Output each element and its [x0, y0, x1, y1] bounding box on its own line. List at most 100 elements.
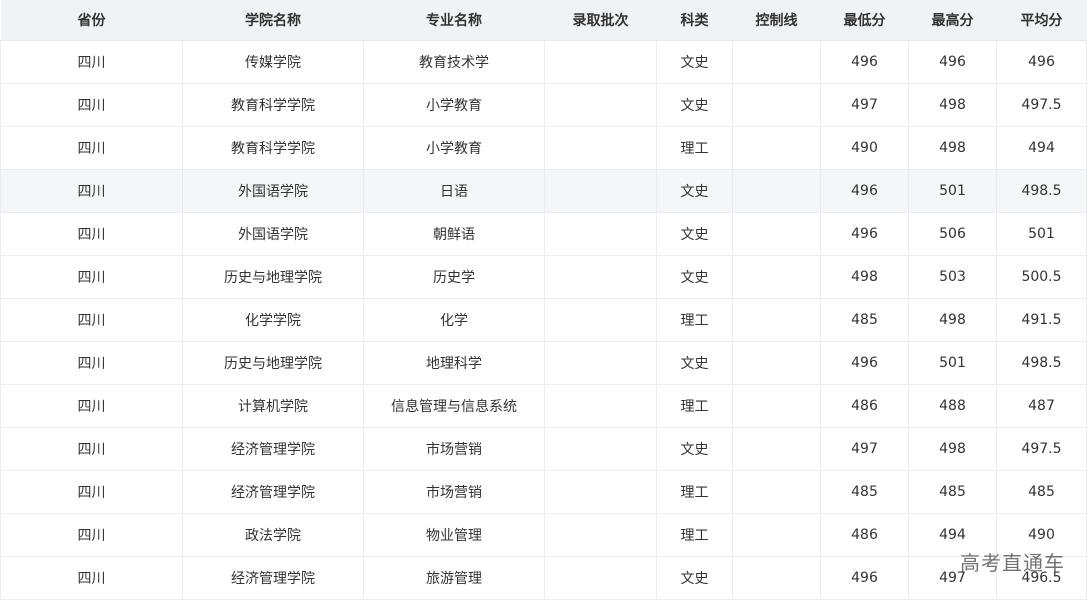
cell-control-line [732, 169, 821, 213]
cell-college-name: 外国语学院 [182, 212, 364, 256]
cell-major-name: 日语 [363, 169, 545, 213]
cell-province: 四川 [0, 427, 183, 471]
cell-admission-batch [544, 513, 657, 557]
cell-subject-category: 理工 [656, 126, 733, 170]
cell-major-name: 小学教育 [363, 83, 545, 127]
cell-avg-score: 498.5 [996, 341, 1087, 385]
cell-min-score: 496 [820, 212, 909, 256]
watermark-text: 高考直通车 [960, 551, 1065, 575]
cell-subject-category: 理工 [656, 384, 733, 428]
cell-major-name: 信息管理与信息系统 [363, 384, 545, 428]
table-row: 四川 外国语学院 日语 文史 496 501 498.5 [0, 169, 1087, 213]
cell-min-score: 485 [820, 298, 909, 342]
cell-control-line [732, 126, 821, 170]
admission-scores-table: 省份 学院名称 专业名称 录取批次 科类 控制线 最低分 最高分 平均分 四川 传媒学院 教育技术学… [0, 0, 1087, 600]
cell-subject-category: 理工 [656, 513, 733, 557]
table-row: 四川 外国语学院 朝鲜语 文史 496 506 501 [0, 212, 1087, 256]
cell-admission-batch [544, 427, 657, 471]
column-header-max-score: 最高分 [908, 0, 997, 41]
cell-min-score: 496 [820, 556, 909, 600]
cell-subject-category: 文史 [656, 83, 733, 127]
cell-admission-batch [544, 255, 657, 299]
cell-avg-score: 497.5 [996, 83, 1087, 127]
cell-control-line [732, 255, 821, 299]
cell-subject-category: 文史 [656, 212, 733, 256]
cell-province: 四川 [0, 384, 183, 428]
table-row: 四川 化学学院 化学 理工 485 498 491.5 [0, 298, 1087, 342]
cell-max-score: 498 [908, 83, 997, 127]
cell-province: 四川 [0, 513, 183, 557]
cell-min-score: 496 [820, 341, 909, 385]
table-row: 四川 政法学院 物业管理 理工 486 494 490 [0, 513, 1087, 557]
table-header: 省份 学院名称 专业名称 录取批次 科类 控制线 最低分 最高分 平均分 [0, 0, 1087, 41]
cell-min-score: 486 [820, 384, 909, 428]
cell-admission-batch [544, 470, 657, 514]
cell-major-name: 教育技术学 [363, 40, 545, 84]
table-row: 四川 教育科学学院 小学教育 理工 490 498 494 [0, 126, 1087, 170]
cell-subject-category: 文史 [656, 255, 733, 299]
table-body: 四川 传媒学院 教育技术学 文史 496 496 496 四川 教育科学学院 小学教育 文史 497 4… [0, 40, 1087, 600]
cell-college-name: 历史与地理学院 [182, 341, 364, 385]
cell-college-name: 经济管理学院 [182, 427, 364, 471]
cell-admission-batch [544, 126, 657, 170]
cell-admission-batch [544, 341, 657, 385]
cell-avg-score: 485 [996, 470, 1087, 514]
cell-major-name: 市场营销 [363, 427, 545, 471]
cell-admission-batch [544, 40, 657, 84]
cell-college-name: 经济管理学院 [182, 470, 364, 514]
cell-control-line [732, 556, 821, 600]
cell-college-name: 外国语学院 [182, 169, 364, 213]
cell-admission-batch [544, 83, 657, 127]
cell-min-score: 497 [820, 83, 909, 127]
column-header-admission-batch: 录取批次 [544, 0, 657, 41]
cell-max-score: 496 [908, 40, 997, 84]
cell-admission-batch [544, 556, 657, 600]
cell-major-name: 小学教育 [363, 126, 545, 170]
cell-subject-category: 理工 [656, 298, 733, 342]
table-row: 四川 历史与地理学院 历史学 文史 498 503 500.5 [0, 255, 1087, 299]
column-header-province: 省份 [0, 0, 183, 41]
cell-subject-category: 文史 [656, 169, 733, 213]
cell-college-name: 历史与地理学院 [182, 255, 364, 299]
cell-avg-score: 496 [996, 40, 1087, 84]
cell-admission-batch [544, 169, 657, 213]
cell-major-name: 地理科学 [363, 341, 545, 385]
cell-min-score: 496 [820, 169, 909, 213]
table-row: 四川 计算机学院 信息管理与信息系统 理工 486 488 487 [0, 384, 1087, 428]
cell-avg-score: 491.5 [996, 298, 1087, 342]
cell-admission-batch [544, 212, 657, 256]
cell-province: 四川 [0, 470, 183, 514]
cell-province: 四川 [0, 255, 183, 299]
column-header-major-name: 专业名称 [363, 0, 545, 41]
cell-province: 四川 [0, 298, 183, 342]
table-row: 四川 传媒学院 教育技术学 文史 496 496 496 [0, 40, 1087, 84]
cell-max-score: 498 [908, 427, 997, 471]
cell-college-name: 传媒学院 [182, 40, 364, 84]
cell-avg-score: 498.5 [996, 169, 1087, 213]
cell-max-score: 501 [908, 341, 997, 385]
cell-college-name: 政法学院 [182, 513, 364, 557]
cell-control-line [732, 212, 821, 256]
cell-control-line [732, 83, 821, 127]
cell-min-score: 485 [820, 470, 909, 514]
cell-max-score: 501 [908, 169, 997, 213]
cell-college-name: 计算机学院 [182, 384, 364, 428]
cell-major-name: 历史学 [363, 255, 545, 299]
cell-min-score: 496 [820, 40, 909, 84]
cell-control-line [732, 427, 821, 471]
table-row: 四川 经济管理学院 旅游管理 文史 496 497 496.5 [0, 556, 1087, 600]
column-header-min-score: 最低分 [820, 0, 909, 41]
cell-subject-category: 理工 [656, 470, 733, 514]
header-row: 省份 学院名称 专业名称 录取批次 科类 控制线 最低分 最高分 平均分 [0, 0, 1087, 41]
cell-control-line [732, 513, 821, 557]
cell-control-line [732, 40, 821, 84]
cell-college-name: 教育科学学院 [182, 83, 364, 127]
table-row: 四川 教育科学学院 小学教育 文史 497 498 497.5 [0, 83, 1087, 127]
cell-major-name: 旅游管理 [363, 556, 545, 600]
cell-college-name: 化学学院 [182, 298, 364, 342]
cell-subject-category: 文史 [656, 556, 733, 600]
cell-control-line [732, 384, 821, 428]
cell-max-score: 503 [908, 255, 997, 299]
cell-min-score: 498 [820, 255, 909, 299]
cell-subject-category: 文史 [656, 427, 733, 471]
